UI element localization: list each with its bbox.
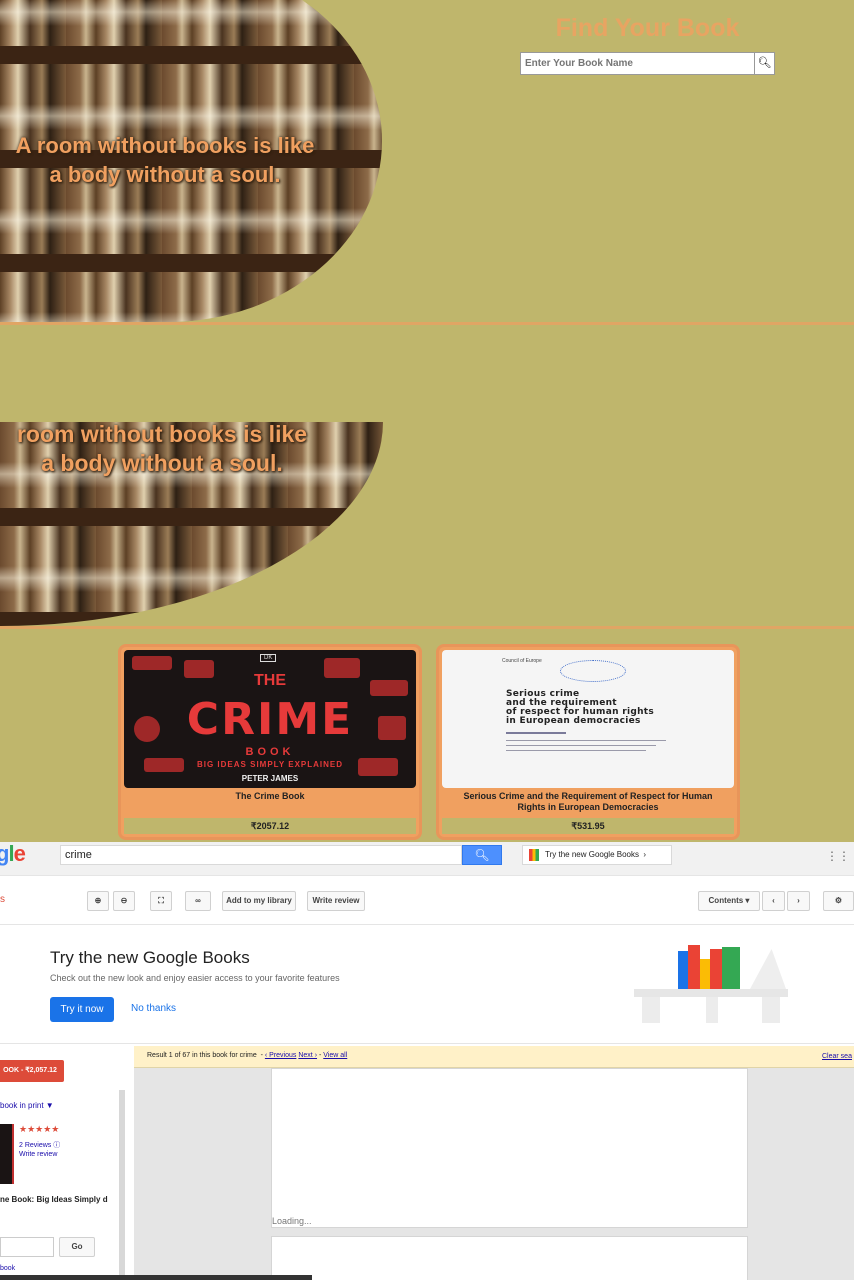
buy-ebook-button[interactable]: OOK - ₹2,057.12 [0, 1060, 64, 1082]
hero2-quote-line1: room without books is like [16, 421, 308, 447]
book-cover-image: DK THE CRIME BOOK BIG IDEAS SIMPLY EXPLA… [124, 650, 416, 788]
promo-subtitle: Check out the new look and enjoy easier … [50, 973, 340, 983]
section-divider [0, 626, 854, 629]
promo-title: Try the new Google Books [50, 948, 250, 967]
hero-quote-line2: a body without a soul. [49, 162, 281, 187]
book-price: ₹2057.12 [124, 818, 416, 834]
contents-dropdown[interactable]: Contents ▾ [698, 891, 760, 911]
google-search-button[interactable]: 🔍︎ [462, 845, 502, 865]
cover-book-word: BOOK [245, 746, 295, 758]
hero-quote: A room without books is like a body with… [0, 131, 330, 189]
search-icon: 🔍︎ [474, 848, 490, 862]
next-page-icon[interactable]: › [787, 891, 810, 911]
try-it-now-button[interactable]: Try it now [50, 997, 114, 1022]
search-in-book-input[interactable] [0, 1237, 54, 1257]
find-book-title: Find Your Book [555, 14, 740, 42]
hero2-quote-line2: a body without a soul. [41, 450, 283, 476]
search-icon[interactable]: 🔍︎ [755, 52, 775, 75]
books-label: s [0, 894, 5, 905]
link-icon[interactable]: ∞ [185, 891, 211, 911]
try-new-google-books-link[interactable]: Try the new Google Books › [522, 845, 672, 865]
fullscreen-icon[interactable]: ⛶ [150, 891, 172, 911]
get-book-in-print-link[interactable]: book in print ▼ [0, 1101, 54, 1110]
previous-result-link[interactable]: ‹ Previous [265, 1052, 297, 1059]
google-logo[interactable]: gle [0, 841, 26, 867]
book-title[interactable]: The Crime Book [121, 791, 419, 802]
book-link[interactable]: book [0, 1265, 15, 1272]
hero-quote-line1: A room without books is like [15, 133, 315, 158]
no-thanks-link[interactable]: No thanks [131, 1003, 176, 1014]
cover-title: Serious crime and the requirement of res… [506, 689, 655, 726]
google-search-input[interactable]: crime [60, 845, 462, 865]
cover-author: PETER JAMES [241, 774, 299, 783]
book-page[interactable] [271, 1236, 748, 1280]
eu-stars-icon [560, 660, 626, 682]
result-count: Result 1 of 67 in this book for crime [147, 1052, 257, 1059]
view-all-link[interactable]: View all [323, 1052, 347, 1059]
book-search-input[interactable] [520, 52, 755, 75]
book-price: ₹531.95 [442, 818, 734, 834]
cover-the: THE [254, 672, 286, 689]
toolbar-divider [0, 924, 854, 925]
book-card[interactable]: Council of Europe Serious crime and the … [436, 644, 740, 840]
zoom-out-icon[interactable]: ⊖ [113, 891, 135, 911]
google-books-icon [529, 849, 539, 861]
apps-grid-icon[interactable]: ⋮⋮⋮ [826, 849, 854, 863]
add-to-library-button[interactable]: Add to my library [222, 891, 296, 911]
book-thumbnail[interactable] [0, 1124, 14, 1184]
loading-text: Loading... [272, 1216, 312, 1226]
book-title[interactable]: Serious Crime and the Requirement of Res… [439, 791, 737, 813]
book-info-title: ne Book: Big Ideas Simply d [0, 1195, 108, 1204]
clear-search-link[interactable]: Clear sea [822, 1053, 852, 1060]
publisher-logo: DK [260, 654, 277, 662]
cover-main-title: CRIME [186, 694, 354, 745]
go-button[interactable]: Go [59, 1237, 95, 1257]
cover-org: Council of Europe [502, 658, 542, 664]
gear-icon[interactable]: ⚙ [823, 891, 854, 911]
previous-page-icon[interactable]: ‹ [762, 891, 785, 911]
bottom-bar [0, 1275, 312, 1280]
book-page[interactable] [271, 1068, 748, 1228]
section-divider [0, 322, 854, 325]
sidebar-scrollbar[interactable] [119, 1090, 125, 1280]
reviews-link[interactable]: 2 Reviews ⓘ [19, 1140, 60, 1150]
rating-stars: ★★★★★ [19, 1124, 60, 1134]
hero-quote-2: room without books is like a body withou… [0, 420, 324, 478]
write-review-button[interactable]: Write review [307, 891, 365, 911]
bookshelf-illustration [634, 945, 788, 1023]
write-review-link[interactable]: Write review [19, 1151, 57, 1158]
book-card[interactable]: DK THE CRIME BOOK BIG IDEAS SIMPLY EXPLA… [118, 644, 422, 840]
cover-subtitle: BIG IDEAS SIMPLY EXPLAINED [196, 760, 344, 769]
book-cover-image: Council of Europe Serious crime and the … [442, 650, 734, 788]
info-icon: ⓘ [53, 1142, 61, 1149]
next-result-link[interactable]: Next › [298, 1052, 317, 1059]
zoom-in-icon[interactable]: ⊕ [87, 891, 109, 911]
search-results-bar: Result 1 of 67 in this book for crime - … [134, 1046, 854, 1068]
